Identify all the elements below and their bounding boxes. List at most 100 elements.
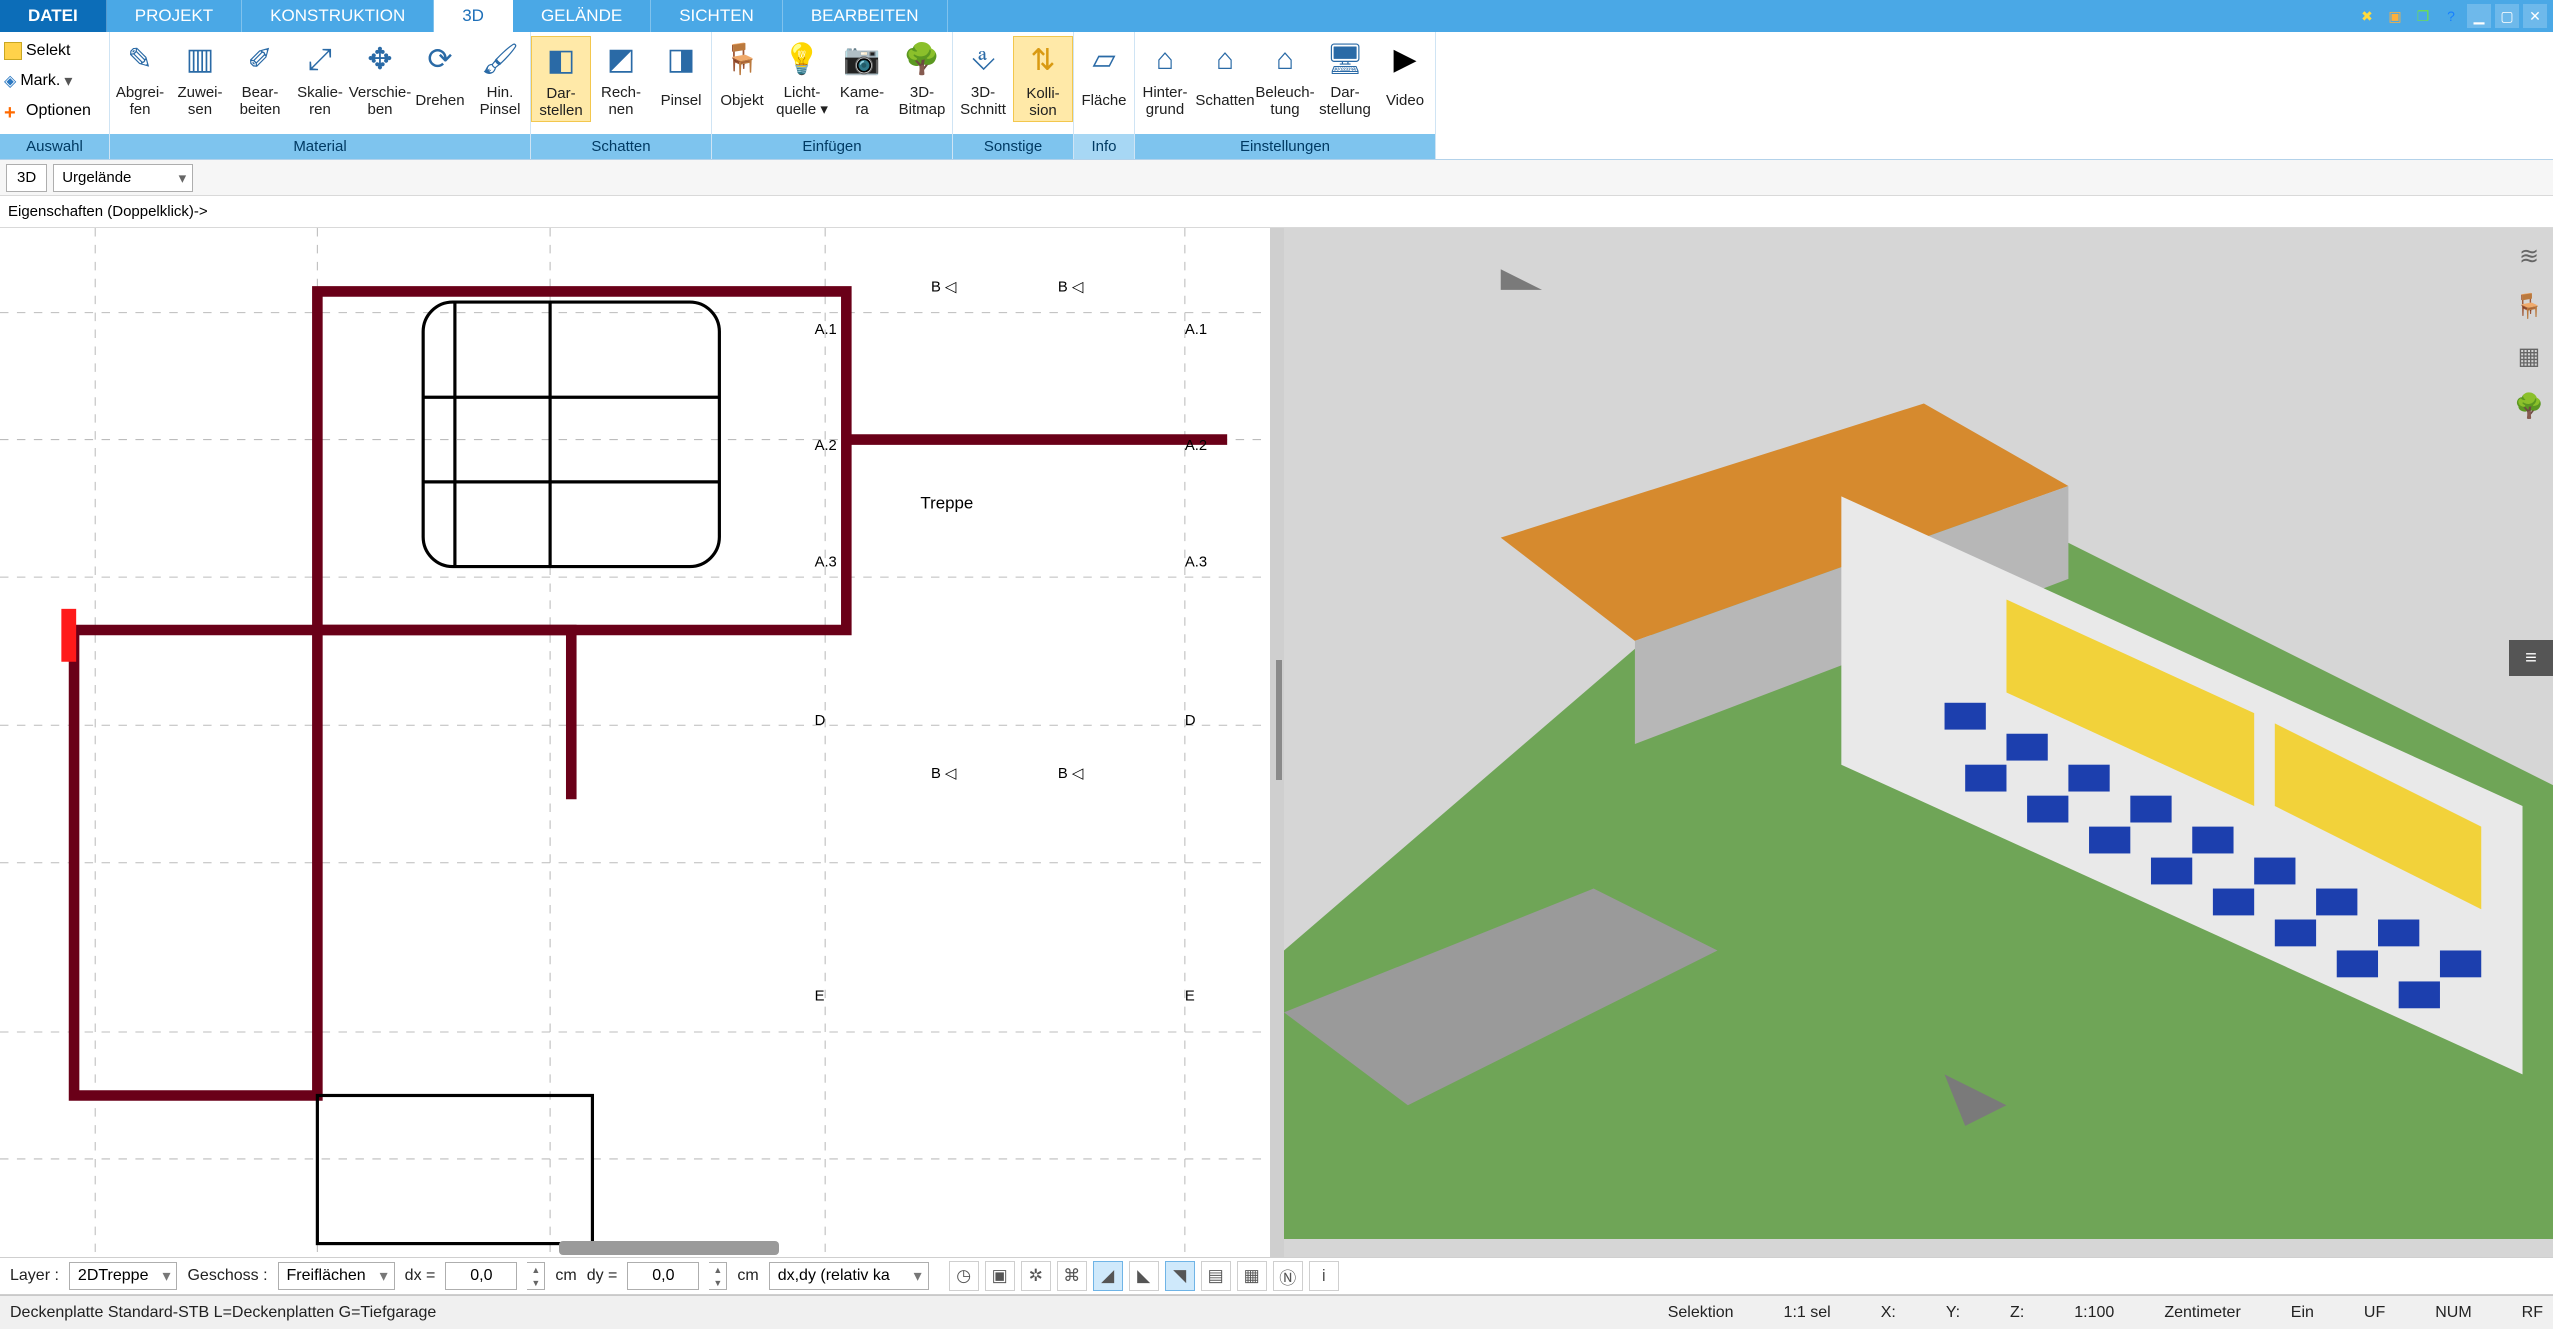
floorplan-canvas[interactable]: Treppe A.1A.1 A.2A.2 A.3A.3 B ◁B ◁ B ◁B … (0, 228, 1269, 1257)
svg-text:A.1: A.1 (815, 322, 837, 338)
svg-text:D: D (815, 713, 826, 729)
view-2d[interactable]: Treppe A.1A.1 A.2A.2 A.3A.3 B ◁B ◁ B ◁B … (0, 228, 1274, 1257)
close-icon[interactable]: ✕ (2523, 4, 2547, 28)
tool-pinsel[interactable]: ◨Pinsel (651, 36, 711, 120)
dx-unit: cm (555, 1267, 576, 1285)
tool-flaeche[interactable]: ▱Fläche (1074, 36, 1134, 120)
dy-spin[interactable]: ▲▼ (709, 1262, 727, 1290)
snap1-icon[interactable]: ◢ (1093, 1261, 1123, 1291)
status-z: Z: (2010, 1304, 2024, 1322)
menu-konstruktion[interactable]: KONSTRUKTION (242, 0, 434, 32)
tool-schatten-e[interactable]: ⌂Schatten (1195, 36, 1255, 120)
window-icon[interactable]: ❐ (2411, 4, 2435, 28)
cube-icon: ◧ (539, 39, 583, 83)
house3-icon: ⌂ (1263, 38, 1307, 82)
tool-bearbeiten[interactable]: ✐Bear-beiten (230, 36, 290, 120)
tool-kollision[interactable]: ⇅Kolli-sion (1013, 36, 1073, 122)
collision-icon: ⇅ (1021, 39, 1065, 83)
section-icon: ⎀ (961, 38, 1005, 82)
tool-schnitt[interactable]: ⎀3D-Schnitt (953, 36, 1013, 120)
status-ratio: 1:1 sel (1784, 1304, 1831, 1322)
options-mode[interactable]: +Optionen (4, 96, 91, 126)
svg-text:E: E (815, 988, 825, 1004)
status-unit: Zentimeter (2164, 1304, 2240, 1322)
tool-zuweisen[interactable]: ▥Zuwei-sen (170, 36, 230, 120)
tool-kamera[interactable]: 📷Kame-ra (832, 36, 892, 120)
restore-icon[interactable]: ▢ (2495, 4, 2519, 28)
tool-icon[interactable]: ✖ (2355, 4, 2379, 28)
svg-text:B ◁: B ◁ (931, 279, 957, 295)
tool-abgreifen[interactable]: ✎Abgrei-fen (110, 36, 170, 120)
right-toolbar: ≋ 🪑 ▦ 🌳 (2509, 240, 2549, 422)
snap-icons: ◷ ▣ ✲ ⌘ ◢ ◣ ◥ ▤ ▦ Ⓝ i (949, 1261, 1339, 1291)
select-mode[interactable]: Selekt (4, 36, 70, 66)
tool-video[interactable]: ▶Video (1375, 36, 1435, 120)
view-3d-button[interactable]: 3D (6, 164, 47, 192)
dx-input[interactable]: 0,0 (445, 1262, 517, 1290)
menu-sichten[interactable]: SICHTEN (651, 0, 783, 32)
tool-objekt[interactable]: 🪑Objekt (712, 36, 772, 120)
status-scale: 1:100 (2074, 1304, 2114, 1322)
ribbon: Selekt ◈Mark.▾ +Optionen Auswahl ✎Abgrei… (0, 32, 2553, 160)
monitor-icon: 🖥 (1323, 38, 1367, 82)
dy-input[interactable]: 0,0 (627, 1262, 699, 1290)
group-einfuegen: Einfügen (712, 133, 952, 159)
dy-unit: cm (737, 1267, 758, 1285)
house2-icon: ⌂ (1203, 38, 1247, 82)
box-icon[interactable]: ▣ (2383, 4, 2407, 28)
horizontal-scrollbar[interactable] (559, 1241, 779, 1255)
dx-spin[interactable]: ▲▼ (527, 1262, 545, 1290)
tool-darstellung[interactable]: 🖥Dar-stellung (1315, 36, 1375, 120)
mark-mode[interactable]: ◈Mark.▾ (4, 66, 72, 96)
tool-darstellen[interactable]: ◧Dar-stellen (531, 36, 591, 122)
help-icon[interactable]: ? (2439, 4, 2463, 28)
cam-icon[interactable]: ▣ (985, 1261, 1015, 1291)
tool-rechnen[interactable]: ◩Rech-nen (591, 36, 651, 120)
grid-icon[interactable]: ▦ (1237, 1261, 1267, 1291)
house-icon: ⌂ (1143, 38, 1187, 82)
layer-select[interactable]: 2DTreppe (69, 1262, 178, 1290)
minimize-icon[interactable]: ▁ (2467, 4, 2491, 28)
tool-skalieren[interactable]: ⤢Skalie-ren (290, 36, 350, 120)
menu-datei[interactable]: DATEI (0, 0, 107, 32)
splitter[interactable] (1274, 228, 1284, 1257)
menu-3d[interactable]: 3D (434, 0, 513, 32)
tool-hinpinsel[interactable]: 🖌Hin.Pinsel (470, 36, 530, 120)
menu-gelaende[interactable]: GELÄNDE (513, 0, 651, 32)
tree-panel-icon[interactable]: 🌳 (2513, 390, 2545, 422)
status-rf: RF (2522, 1304, 2543, 1322)
snap3-icon[interactable]: ◥ (1165, 1261, 1195, 1291)
model-canvas[interactable] (1284, 228, 2553, 1239)
tool-hintergrund[interactable]: ⌂Hinter-grund (1135, 36, 1195, 120)
group-schatten: Schatten (531, 133, 711, 159)
view-3d[interactable] (1284, 228, 2553, 1257)
menu-projekt[interactable]: PROJEKT (107, 0, 242, 32)
tool-beleuchtung[interactable]: ⌂Beleuch-tung (1255, 36, 1315, 120)
play-icon: ▶ (1383, 38, 1427, 82)
geschoss-select[interactable]: Freiflächen (278, 1262, 395, 1290)
snap2-icon[interactable]: ◣ (1129, 1261, 1159, 1291)
svg-text:A.2: A.2 (815, 438, 837, 454)
tool-licht[interactable]: 💡Licht-quelle ▾ (772, 36, 832, 120)
globe-icon[interactable]: ✲ (1021, 1261, 1051, 1291)
side-handle[interactable]: ≡ (2509, 640, 2553, 676)
furniture-icon[interactable]: 🪑 (2513, 290, 2545, 322)
label-treppe: Treppe (920, 493, 973, 512)
pencil-icon: ✎ (118, 38, 162, 82)
menu-bearbeiten[interactable]: BEARBEITEN (783, 0, 948, 32)
palette-icon[interactable]: ▦ (2513, 340, 2545, 372)
coord-mode-select[interactable]: dx,dy (relativ ka (769, 1262, 929, 1290)
assign-icon: ▥ (178, 38, 222, 82)
link-icon[interactable]: ⌘ (1057, 1261, 1087, 1291)
tool-drehen[interactable]: ⟳Drehen (410, 36, 470, 120)
terrain-select[interactable]: Urgelände (53, 164, 193, 192)
n-icon[interactable]: Ⓝ (1273, 1261, 1303, 1291)
snap4-icon[interactable]: ▤ (1201, 1261, 1231, 1291)
tool-baum[interactable]: 🌳3D-Bitmap (892, 36, 952, 120)
info-icon[interactable]: i (1309, 1261, 1339, 1291)
properties-hint[interactable]: Eigenschaften (Doppelklick)-> (0, 196, 2553, 228)
camera-icon: 📷 (840, 38, 884, 82)
tool-verschieben[interactable]: ✥Verschie-ben (350, 36, 410, 120)
layers-icon[interactable]: ≋ (2513, 240, 2545, 272)
clock-icon[interactable]: ◷ (949, 1261, 979, 1291)
